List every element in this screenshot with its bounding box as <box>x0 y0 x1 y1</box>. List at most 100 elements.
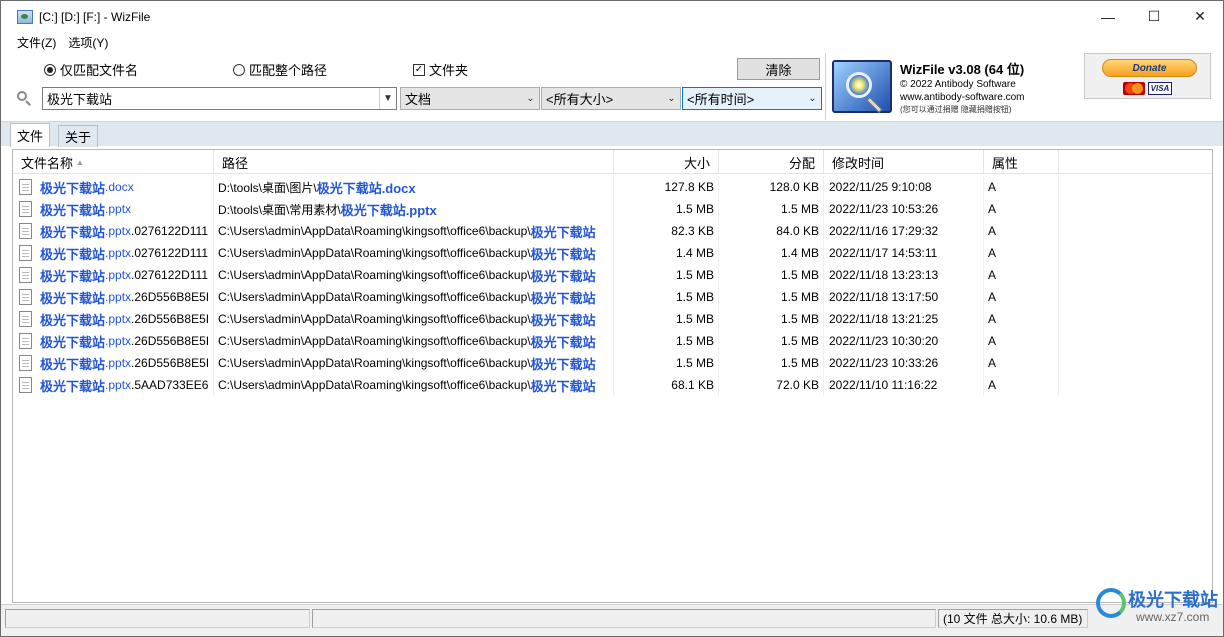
table-row[interactable]: 极光下载站 .pptx .0276122D111 C:\Users\admin\App… <box>13 264 1212 286</box>
cell-allocated: 72.0 KB <box>719 374 824 396</box>
cell-attributes: A <box>984 330 1059 352</box>
path-highlight: 极光下载站.pptx <box>340 202 437 218</box>
time-filter-select[interactable]: <所有时间> ⌄ <box>682 87 822 110</box>
cell-allocated: 1.5 MB <box>719 308 824 330</box>
type-filter-select[interactable]: 文档 ⌄ <box>400 87 540 110</box>
clear-button[interactable]: 清除 <box>737 58 820 80</box>
menu-bar: 文件(Z) 选项(Y) <box>1 32 114 52</box>
name-extension: .pptx <box>105 202 132 216</box>
path-highlight: 极光下载站 <box>530 378 596 394</box>
table-row[interactable]: 极光下载站 .pptx D:\tools\桌面\常用素材\ 极光下载站.pptx 1.5… <box>13 198 1212 220</box>
column-name[interactable]: 文件名称 ▲ <box>13 150 214 174</box>
cell-size: 1.5 MB <box>614 286 719 308</box>
cell-size: 1.5 MB <box>614 198 719 220</box>
app-icon <box>17 9 33 24</box>
path-highlight: 极光下载站 <box>530 356 596 372</box>
cell-name: 极光下载站 .pptx <box>13 198 214 220</box>
folders-checkbox-label: 文件夹 <box>429 63 469 78</box>
cell-modified: 2022/11/23 10:30:20 <box>824 330 984 352</box>
name-highlight: 极光下载站 <box>40 356 106 372</box>
time-filter-value: <所有时间> <box>687 92 755 107</box>
watermark-logo-icon <box>1096 588 1126 618</box>
table-row[interactable]: 极光下载站 .pptx .26D556B8E5I C:\Users\admin\App… <box>13 308 1212 330</box>
column-size[interactable]: 大小 <box>614 150 719 174</box>
radio-filename-only[interactable]: 仅匹配文件名 <box>44 60 138 79</box>
donate-button[interactable]: Donate VISA <box>1084 53 1211 99</box>
column-attributes[interactable]: 属性 <box>984 150 1059 174</box>
table-row[interactable]: 极光下载站 .pptx .0276122D111 C:\Users\admin\App… <box>13 220 1212 242</box>
name-extension: .docx <box>105 180 134 194</box>
path-prefix: C:\Users\admin\AppData\Roaming\kingsoft\… <box>218 224 531 238</box>
folders-checkbox[interactable]: ✓ 文件夹 <box>413 60 468 79</box>
wizfile-logo <box>832 60 892 113</box>
path-highlight: 极光下载站.docx <box>316 180 416 196</box>
radio-filename-label: 仅匹配文件名 <box>60 63 139 78</box>
cell-name: 极光下载站 .pptx .26D556B8E5I <box>13 330 214 352</box>
website-link[interactable]: www.antibody-software.com <box>900 91 1070 104</box>
column-name-label: 文件名称 <box>21 155 74 171</box>
table-row[interactable]: 极光下载站 .docx D:\tools\桌面\图片\ 极光下载站.docx 127.8… <box>13 176 1212 198</box>
chevron-down-icon[interactable]: ▼ <box>379 88 396 109</box>
mastercard-icon <box>1123 82 1145 95</box>
path-prefix: C:\Users\admin\AppData\Roaming\kingsoft\… <box>218 290 531 304</box>
cell-name: 极光下载站 .pptx .0276122D111 <box>13 264 214 286</box>
cell-modified: 2022/11/17 14:53:11 <box>824 242 984 264</box>
cell-modified: 2022/11/18 13:17:50 <box>824 286 984 308</box>
cell-name: 极光下载站 .docx <box>13 176 214 198</box>
search-input[interactable]: 极光下载站 ▼ <box>42 87 397 110</box>
cell-path: C:\Users\admin\AppData\Roaming\kingsoft\… <box>214 352 614 374</box>
table-row[interactable]: 极光下载站 .pptx .26D556B8E5I C:\Users\admin\App… <box>13 352 1212 374</box>
maximize-button[interactable]: ☐ <box>1131 1 1177 32</box>
cell-allocated: 1.5 MB <box>719 286 824 308</box>
path-prefix: C:\Users\admin\AppData\Roaming\kingsoft\… <box>218 378 531 392</box>
menu-file[interactable]: 文件(Z) <box>11 34 62 51</box>
tab-files[interactable]: 文件 <box>10 123 51 147</box>
cell-size: 1.4 MB <box>614 242 719 264</box>
donate-label: Donate <box>1102 59 1197 77</box>
name-highlight: 极光下载站 <box>40 334 106 350</box>
cell-allocated: 1.5 MB <box>719 352 824 374</box>
cell-modified: 2022/11/10 11:16:22 <box>824 374 984 396</box>
search-row: 极光下载站 ▼ 文档 ⌄ <所有大小> ⌄ <所有时间> ⌄ <box>1 87 831 111</box>
path-prefix: D:\tools\桌面\常用素材\ <box>218 202 341 217</box>
cell-path: C:\Users\admin\AppData\Roaming\kingsoft\… <box>214 374 614 396</box>
app-version: WizFile v3.08 (64 位) <box>900 62 1025 77</box>
close-button[interactable]: ✕ <box>1177 1 1223 32</box>
cell-attributes: A <box>984 220 1059 242</box>
table-row[interactable]: 极光下载站 .pptx .0276122D111 C:\Users\admin\App… <box>13 242 1212 264</box>
name-highlight: 极光下载站 <box>40 224 106 240</box>
minimize-button[interactable]: — <box>1085 1 1131 32</box>
cell-path: C:\Users\admin\AppData\Roaming\kingsoft\… <box>214 308 614 330</box>
document-icon <box>19 333 32 349</box>
cell-size: 127.8 KB <box>614 176 719 198</box>
path-highlight: 极光下载站 <box>530 312 596 328</box>
cell-allocated: 128.0 KB <box>719 176 824 198</box>
payment-cards: VISA <box>1123 82 1172 95</box>
cell-attributes: A <box>984 176 1059 198</box>
document-icon <box>19 179 32 195</box>
size-filter-value: <所有大小> <box>546 92 614 107</box>
cell-attributes: A <box>984 242 1059 264</box>
title-bar: [C:] [D:] [F:] - WizFile — ☐ ✕ <box>1 1 1223 32</box>
name-extension: .pptx <box>105 312 132 326</box>
document-icon <box>19 289 32 305</box>
name-extension: .pptx <box>105 268 132 282</box>
column-modified[interactable]: 修改时间 <box>824 150 984 174</box>
table-row[interactable]: 极光下载站 .pptx .26D556B8E5I C:\Users\admin\App… <box>13 330 1212 352</box>
table-row[interactable]: 极光下载站 .pptx .5AAD733EE6 C:\Users\admin\AppD… <box>13 374 1212 396</box>
chevron-down-icon: ⌄ <box>808 93 817 104</box>
size-filter-select[interactable]: <所有大小> ⌄ <box>541 87 681 110</box>
cell-modified: 2022/11/23 10:33:26 <box>824 352 984 374</box>
menu-options[interactable]: 选项(Y) <box>62 34 114 51</box>
tab-about[interactable]: 关于 <box>58 125 99 147</box>
type-filter-value: 文档 <box>405 92 432 107</box>
cell-path: C:\Users\admin\AppData\Roaming\kingsoft\… <box>214 242 614 264</box>
document-icon <box>19 201 32 217</box>
path-highlight: 极光下载站 <box>530 268 596 284</box>
table-row[interactable]: 极光下载站 .pptx .26D556B8E5I C:\Users\admin\App… <box>13 286 1212 308</box>
column-path[interactable]: 路径 <box>214 150 614 174</box>
cell-allocated: 1.5 MB <box>719 264 824 286</box>
document-icon <box>19 267 32 283</box>
column-allocated[interactable]: 分配 <box>719 150 824 174</box>
radio-full-path[interactable]: 匹配整个路径 <box>233 60 327 79</box>
